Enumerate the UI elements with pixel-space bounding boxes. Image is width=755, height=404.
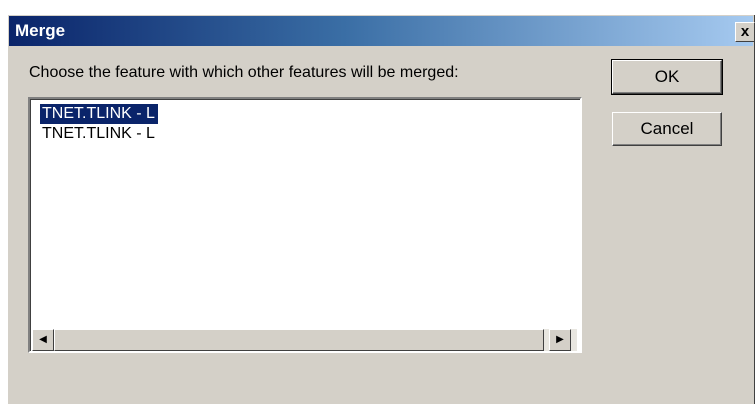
scroll-left-button[interactable]: ◀ [32, 329, 54, 351]
arrow-right-icon: ▶ [556, 334, 564, 345]
merge-dialog: Merge x Choose the feature with which ot… [7, 14, 755, 404]
window-title: Merge [15, 21, 66, 40]
scroll-thumb[interactable] [54, 329, 544, 351]
cancel-button[interactable]: Cancel [612, 112, 722, 146]
scroll-right-button[interactable]: ▶ [549, 329, 571, 351]
ok-button[interactable]: OK [611, 59, 723, 95]
listbox-content: TNET.TLINK - L TNET.TLINK - L [30, 99, 580, 351]
feature-listbox[interactable]: TNET.TLINK - L TNET.TLINK - L ◀ ▶ [28, 97, 582, 353]
close-icon: x [740, 23, 750, 40]
arrow-left-icon: ◀ [39, 334, 47, 345]
list-item[interactable]: TNET.TLINK - L [40, 104, 158, 124]
close-button[interactable]: x [735, 22, 755, 42]
prompt-label: Choose the feature with which other feat… [29, 64, 459, 81]
list-item[interactable]: TNET.TLINK - L [40, 124, 158, 144]
title-bar[interactable]: Merge x [9, 16, 755, 46]
horizontal-scrollbar[interactable]: ◀ ▶ [32, 329, 577, 351]
